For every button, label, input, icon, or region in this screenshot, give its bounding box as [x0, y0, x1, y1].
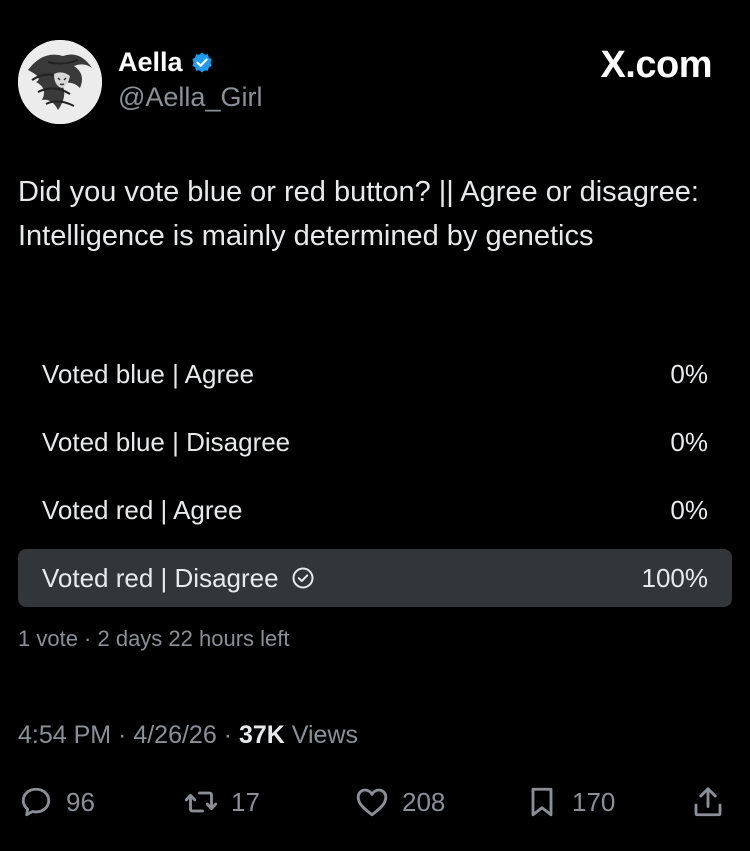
share-icon	[694, 787, 722, 817]
poll-option-label: Voted blue | Disagree	[42, 427, 291, 457]
author-name-row[interactable]: Aella	[118, 47, 214, 78]
sketch-portrait-icon	[18, 40, 102, 124]
like-button[interactable]: 208	[354, 780, 445, 824]
reply-button[interactable]: 96	[18, 780, 95, 824]
action-bar: 96 17 208 170	[18, 780, 732, 824]
bookmark-button[interactable]: 170	[524, 780, 615, 824]
repost-count: 17	[231, 786, 260, 817]
reply-icon	[21, 787, 51, 817]
bookmark-icon	[531, 787, 553, 817]
repost-button[interactable]: 17	[183, 780, 260, 824]
avatar[interactable]	[18, 40, 102, 124]
voted-check-icon	[292, 567, 314, 589]
author-handle[interactable]: @Aella_Girl	[118, 82, 262, 113]
verified-badge-icon	[191, 52, 212, 72]
views-label: Views	[284, 721, 359, 749]
poll-option[interactable]: Voted blue | Disagree 0%	[18, 413, 732, 471]
poll: Voted blue | Agree 0% Voted blue | Disag…	[18, 345, 732, 617]
author-display-name[interactable]: Aella	[118, 47, 183, 78]
bookmark-count: 170	[572, 786, 616, 817]
timestamp-date[interactable]: 4:54 PM · 4/26/26 ·	[18, 721, 239, 749]
poll-option-label: Voted red | Disagree	[42, 549, 315, 607]
heart-icon	[356, 788, 388, 817]
like-count: 208	[402, 786, 446, 817]
brand-logo: X.com	[600, 44, 712, 86]
reply-count: 96	[66, 786, 95, 817]
poll-option[interactable]: Voted red | Agree 0%	[18, 481, 732, 539]
poll-option-label: Voted blue | Agree	[42, 359, 255, 389]
share-button[interactable]	[690, 780, 726, 824]
poll-option-selected[interactable]: Voted red | Disagree 100%	[18, 549, 732, 607]
poll-option[interactable]: Voted blue | Agree 0%	[18, 345, 732, 403]
poll-option-percent: 0%	[670, 359, 708, 389]
views-count: 37K	[238, 721, 285, 749]
poll-meta: 1 vote · 2 days 22 hours left	[18, 626, 290, 651]
poll-option-percent: 0%	[670, 495, 708, 525]
tweet-text: Did you vote blue or red button? || Agre…	[18, 176, 699, 252]
poll-option-label: Voted red | Agree	[42, 495, 243, 525]
repost-icon	[184, 791, 218, 813]
tweet-timestamp[interactable]: 4:54 PM · 4/26/26 · 37K Views	[18, 721, 358, 750]
poll-option-percent: 100%	[641, 563, 709, 593]
poll-option-percent: 0%	[670, 427, 708, 457]
